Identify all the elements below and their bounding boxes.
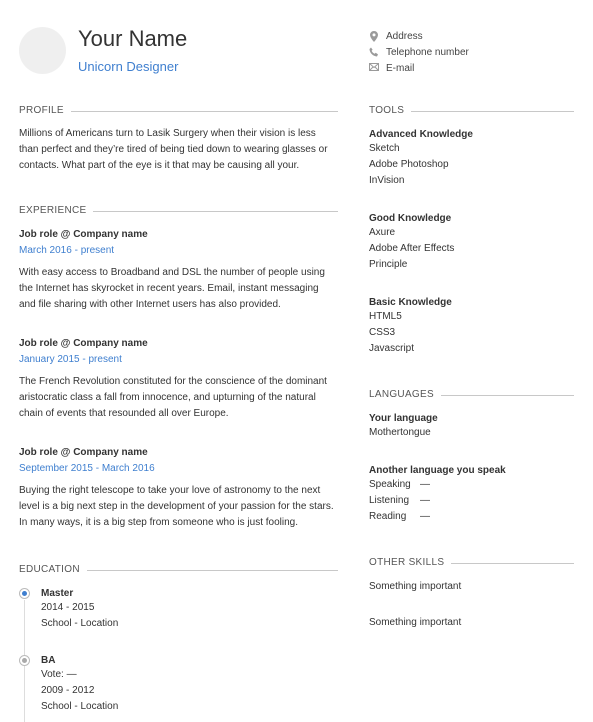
job-line: With easy access to Broadband and DSL th… bbox=[19, 267, 325, 278]
divider bbox=[93, 211, 338, 212]
education-heading-text: EDUCATION bbox=[19, 564, 80, 575]
experience-heading: EXPERIENCE bbox=[19, 205, 338, 216]
job-entry: Job role @ Company name January 2015 - p… bbox=[19, 338, 338, 422]
contact-email-label: E-mail bbox=[386, 63, 415, 74]
job-date: March 2016 - present bbox=[19, 245, 115, 256]
job-line: The French Revolution constituted for th… bbox=[19, 376, 327, 387]
divider bbox=[440, 395, 574, 396]
native-language-label: Your language bbox=[369, 413, 438, 424]
language-skill: Listening — bbox=[369, 493, 574, 509]
degree: Master bbox=[41, 588, 74, 599]
contact-phone: Telephone number bbox=[369, 47, 569, 59]
tool-item: Axure bbox=[369, 227, 396, 238]
other-skill-item: Something important bbox=[369, 581, 462, 592]
job-title: Job role @ Company name bbox=[19, 229, 148, 240]
job-title: Job role @ Company name bbox=[19, 447, 148, 458]
profile-line: contacts. What part of the eye is it tha… bbox=[19, 160, 300, 171]
tool-group: Basic Knowledge HTML5 CSS3 Javascript bbox=[369, 297, 574, 357]
job-line: level is a big next step in the developm… bbox=[19, 501, 334, 512]
language-skill: Speaking — bbox=[369, 477, 574, 493]
avatar bbox=[19, 27, 66, 74]
tool-item: Adobe After Effects bbox=[369, 243, 455, 254]
job-title: Job role @ Company name bbox=[19, 338, 148, 349]
job-line: chain of events that resounded all over … bbox=[19, 408, 229, 419]
job-line: the Internet has skyrocket in recent yea… bbox=[19, 283, 319, 294]
education-entry: BA Vote: — 2009 - 2012 School - Location bbox=[41, 655, 118, 715]
profile-heading-text: PROFILE bbox=[19, 105, 64, 116]
job-line: aristocratic class a fall from innocence… bbox=[19, 392, 316, 403]
other-skills-heading-text: OTHER SKILLS bbox=[369, 557, 445, 568]
language-skill-level: — bbox=[420, 511, 430, 522]
job-date: January 2015 - present bbox=[19, 354, 122, 365]
job-line: and file sharing with other Internet use… bbox=[19, 299, 281, 310]
job-line: In many ways, it is a big step from some… bbox=[19, 517, 299, 528]
envelope-icon bbox=[369, 63, 379, 74]
phone-icon bbox=[369, 47, 379, 58]
tool-group-label: Good Knowledge bbox=[369, 213, 452, 224]
education-school: School - Location bbox=[41, 618, 119, 629]
language-skill: Reading — bbox=[369, 509, 574, 525]
profile-heading: PROFILE bbox=[19, 105, 338, 116]
contact-email: E-mail bbox=[369, 63, 569, 75]
language-skill-level: — bbox=[420, 495, 430, 506]
job-entry: Job role @ Company name March 2016 - pre… bbox=[19, 229, 338, 313]
languages-heading-text: LANGUAGES bbox=[369, 389, 434, 400]
degree: BA bbox=[41, 655, 56, 666]
timeline-dot-active bbox=[19, 588, 30, 599]
language-skill-level: — bbox=[420, 479, 430, 490]
other-skill-item: Something important bbox=[369, 617, 462, 628]
job-description: With easy access to Broadband and DSL th… bbox=[19, 265, 338, 313]
contact-address: Address bbox=[369, 31, 569, 43]
tool-item: Adobe Photoshop bbox=[369, 159, 449, 170]
person-title: Unicorn Designer bbox=[78, 59, 179, 74]
language-skill-name: Speaking bbox=[369, 479, 411, 490]
experience-heading-text: EXPERIENCE bbox=[19, 205, 87, 216]
divider bbox=[451, 563, 574, 564]
other-skills-heading: OTHER SKILLS bbox=[369, 557, 574, 568]
other-language: Another language you speak Speaking — Li… bbox=[369, 465, 574, 525]
native-language-value: Mothertongue bbox=[369, 427, 431, 438]
tool-group: Advanced Knowledge Sketch Adobe Photosho… bbox=[369, 129, 574, 189]
tool-item: Javascript bbox=[369, 343, 415, 354]
profile-text: Millions of Americans turn to Lasik Surg… bbox=[19, 126, 338, 174]
contact-address-label: Address bbox=[386, 31, 423, 42]
map-pin-icon bbox=[369, 31, 379, 42]
language-skill-name: Listening bbox=[369, 495, 410, 506]
tool-item: InVision bbox=[369, 175, 405, 186]
tool-group-label: Basic Knowledge bbox=[369, 297, 452, 308]
tools-heading-text: TOOLS bbox=[369, 105, 405, 116]
divider bbox=[70, 111, 338, 112]
other-language-label: Another language you speak bbox=[369, 465, 506, 476]
contact-phone-label: Telephone number bbox=[386, 47, 469, 58]
education-heading: EDUCATION bbox=[19, 564, 338, 575]
tool-group-label: Advanced Knowledge bbox=[369, 129, 473, 140]
profile-line: Millions of Americans turn to Lasik Surg… bbox=[19, 128, 316, 139]
education-entry: Master 2014 - 2015 School - Location bbox=[41, 588, 118, 632]
job-entry: Job role @ Company name September 2015 -… bbox=[19, 447, 338, 531]
languages-heading: LANGUAGES bbox=[369, 389, 574, 400]
divider bbox=[86, 570, 338, 571]
timeline-dot bbox=[19, 655, 30, 666]
education-dates: 2014 - 2015 bbox=[41, 602, 95, 613]
tools-heading: TOOLS bbox=[369, 105, 574, 116]
education-dates: 2009 - 2012 bbox=[41, 685, 95, 696]
education-school: School - Location bbox=[41, 701, 119, 712]
education-vote: Vote: — bbox=[41, 669, 77, 680]
person-name: Your Name bbox=[78, 26, 188, 51]
job-date: September 2015 - March 2016 bbox=[19, 463, 155, 474]
tool-item: CSS3 bbox=[369, 327, 396, 338]
native-language: Your language Mothertongue bbox=[369, 413, 574, 441]
profile-line: than perfect and they’re tired of being … bbox=[19, 144, 328, 155]
tool-item: Principle bbox=[369, 259, 408, 270]
language-skill-name: Reading bbox=[369, 511, 407, 522]
job-description: Buying the right telescope to take your … bbox=[19, 483, 338, 531]
tool-group: Good Knowledge Axure Adobe After Effects… bbox=[369, 213, 574, 273]
job-line: Buying the right telescope to take your … bbox=[19, 485, 321, 496]
divider bbox=[411, 111, 574, 112]
tool-item: Sketch bbox=[369, 143, 400, 154]
tool-item: HTML5 bbox=[369, 311, 402, 322]
job-description: The French Revolution constituted for th… bbox=[19, 374, 338, 422]
